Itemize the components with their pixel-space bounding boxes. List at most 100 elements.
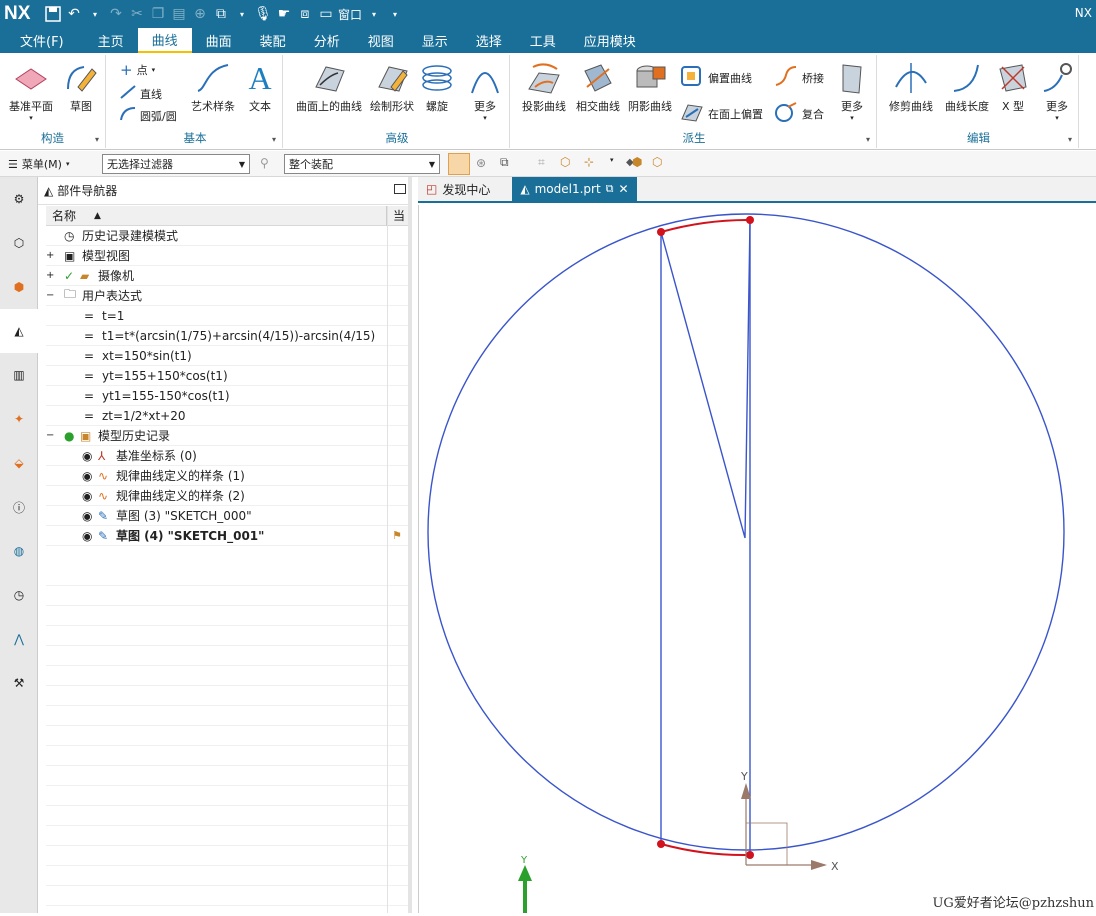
curve-on-surface-button[interactable]: 曲面上的曲线 [293, 61, 365, 114]
control-point[interactable] [657, 228, 665, 236]
menu-file[interactable]: 文件(F) [0, 28, 78, 53]
helix-button[interactable]: 螺旋 [419, 61, 455, 114]
menu-view[interactable]: 视图 [354, 28, 408, 53]
menu-analysis[interactable]: 分析 [300, 28, 354, 53]
menu-surface[interactable]: 曲面 [192, 28, 246, 53]
sort-ascending-icon[interactable]: ▲ [94, 211, 101, 221]
web-browser-icon[interactable]: ⬙ [0, 441, 38, 485]
silhouette-curve-button[interactable]: 阴影曲线 [624, 61, 676, 114]
tree-row-user-expressions[interactable]: − 🗀 用户表达式 [46, 286, 408, 306]
tab-model1[interactable]: ◭ model1.prt ⧉ ✕ [512, 177, 637, 201]
more-edit-button[interactable]: 更多 ▾ [1037, 61, 1077, 122]
cube-outline-icon[interactable]: ⬡ [652, 155, 662, 169]
hd3d-tools-icon[interactable]: ✦ [0, 397, 38, 441]
sketch-shape-button[interactable]: 绘制形状 [367, 61, 417, 114]
snap-icon[interactable]: ⊛ [476, 156, 486, 170]
expand-icon[interactable]: + [46, 270, 64, 281]
menu-select[interactable]: 选择 [462, 28, 516, 53]
line-button[interactable]: 直线 [120, 85, 162, 102]
control-point[interactable] [746, 216, 754, 224]
repeat-command-icon[interactable]: ⧉ [212, 4, 230, 24]
history-clock-icon[interactable]: ◷ [0, 573, 38, 617]
menu-display[interactable]: 显示 [408, 28, 462, 53]
touch-mode-icon[interactable]: ☛ [275, 4, 293, 24]
project-curve-button[interactable]: 投影曲线 [518, 61, 570, 114]
window-dropdown-icon[interactable]: ▾ [365, 4, 383, 24]
constraint-navigator-icon[interactable]: ⬢ [0, 265, 38, 309]
tree-row-model-history[interactable]: − ● ▣ 模型历史记录 [46, 426, 408, 446]
maximize-icon[interactable] [394, 184, 406, 194]
curve-length-button[interactable]: 曲线长度 [939, 61, 995, 114]
window-icon[interactable]: ▭ [317, 4, 335, 24]
selection-filter-dropdown[interactable]: 无选择过滤器 ▼ [102, 154, 250, 174]
tree-row-expression[interactable]: = t1=t*(arcsin(1/75)+arcsin(4/15))-arcsin… [46, 326, 408, 346]
menu-tools[interactable]: 工具 [516, 28, 570, 53]
offset-in-face-button[interactable]: 在面上偏置 [680, 101, 763, 126]
process-studio-icon[interactable]: ⋀ [0, 617, 38, 661]
trim-curve-button[interactable]: 修剪曲线 [883, 61, 939, 114]
control-point[interactable] [657, 840, 665, 848]
tree-row-feature-current[interactable]: ◉ ✎ 草图 (4) "SKETCH_001" ⚑ [46, 526, 408, 546]
settings-icon[interactable]: ⚙ [0, 177, 38, 221]
select-feature-icon[interactable] [448, 153, 470, 175]
reuse-library-icon[interactable]: ▥ [0, 353, 38, 397]
intersect-curve-button[interactable]: 相交曲线 [572, 61, 624, 114]
offset-curve-button[interactable]: 偏置曲线 [680, 65, 752, 90]
undo-icon[interactable]: ↶ [65, 4, 83, 24]
group-derived-expand-icon[interactable]: ▾ [866, 135, 870, 144]
part-navigator-icon[interactable]: ◭ [0, 309, 38, 353]
tree-row-expression[interactable]: = xt=150*sin(t1) [46, 346, 408, 366]
group-edit-expand-icon[interactable]: ▾ [1068, 135, 1072, 144]
panel-splitter[interactable] [408, 177, 412, 913]
tree-row-expression[interactable]: = yt1=155-150*cos(t1) [46, 386, 408, 406]
tree-row-feature[interactable]: ◉ ⅄ 基准坐标系 (0) [46, 446, 408, 466]
art-spline-button[interactable]: 艺术样条 [188, 61, 238, 114]
tree-row-expression[interactable]: = zt=1/2*xt+20 [46, 406, 408, 426]
more-derived-button[interactable]: 更多 ▾ [832, 61, 872, 122]
control-point[interactable] [746, 851, 754, 859]
tree-row-feature[interactable]: ◉ ∿ 规律曲线定义的样条 (2) [46, 486, 408, 506]
save-icon[interactable] [44, 4, 62, 24]
menu-button[interactable]: ☰ 菜单(M) ▾ [8, 156, 69, 172]
point-snap-icon[interactable]: ⊹ [584, 155, 594, 169]
tree-row-feature[interactable]: ◉ ✎ 草图 (3) "SKETCH_000" [46, 506, 408, 526]
tree-row-cameras[interactable]: + ✓ ▰ 摄像机 [46, 266, 408, 286]
assembly-scope-dropdown[interactable]: 整个装配 ▼ [284, 154, 440, 174]
undo-dropdown-icon[interactable]: ▾ [86, 4, 104, 24]
switch-window-icon[interactable]: ⧈ [296, 4, 314, 24]
tree-row-expression[interactable]: = yt=155+150*cos(t1) [46, 366, 408, 386]
cube-icon[interactable]: ⬢ [632, 155, 642, 169]
filter-icon[interactable]: ⚲ [260, 156, 269, 170]
collapse-icon[interactable]: − [46, 430, 64, 441]
snap-dropdown-icon[interactable]: ▾ [610, 156, 614, 164]
window-menu[interactable]: 窗口 [338, 4, 362, 24]
group-construct-expand-icon[interactable]: ▾ [95, 135, 99, 144]
repeat-dropdown-icon[interactable]: ▾ [233, 4, 251, 24]
x-type-button[interactable]: X 型 [993, 61, 1033, 114]
info-icon[interactable]: ⓘ [0, 485, 38, 529]
roles-tools-icon[interactable]: ⚒ [0, 661, 38, 705]
sketch-button[interactable]: 草图 [60, 61, 102, 114]
group-basic-expand-icon[interactable]: ▾ [272, 135, 276, 144]
customize-dropdown-icon[interactable]: ▾ [386, 4, 404, 24]
menu-application[interactable]: 应用模块 [570, 28, 650, 53]
menu-curve[interactable]: 曲线 [137, 28, 192, 53]
text-button[interactable]: A 文本 [242, 61, 278, 114]
microphone-icon[interactable]: 🎙 [254, 4, 272, 24]
tree-row-expression[interactable]: = t=1 [46, 306, 408, 326]
tree-row-history-mode[interactable]: ◷ 历史记录建模模式 [46, 226, 408, 246]
menu-assembly[interactable]: 装配 [246, 28, 300, 53]
tree-row-model-views[interactable]: + ▣ 模型视图 [46, 246, 408, 266]
tab-discovery-center[interactable]: ◰ 发现中心 [418, 177, 498, 201]
close-icon[interactable]: ✕ [619, 182, 629, 196]
expand-icon[interactable]: + [46, 250, 64, 261]
box-select-icon[interactable]: ⬡ [560, 155, 570, 169]
graphics-window[interactable]: Y X Y UG爱好者论坛@pzhzshun [418, 205, 1096, 913]
column-name[interactable]: 名称 [46, 207, 76, 224]
point-button[interactable]: + 点 ▾ [120, 61, 155, 79]
arc-circle-button[interactable]: 圆弧/圆 [120, 107, 177, 124]
more-advanced-button[interactable]: 更多 ▾ [465, 61, 505, 122]
selection-scope-icon[interactable]: ⧉ [500, 155, 509, 170]
bridge-button[interactable]: 桥接 [774, 65, 824, 90]
composite-button[interactable]: 复合 [774, 101, 824, 126]
